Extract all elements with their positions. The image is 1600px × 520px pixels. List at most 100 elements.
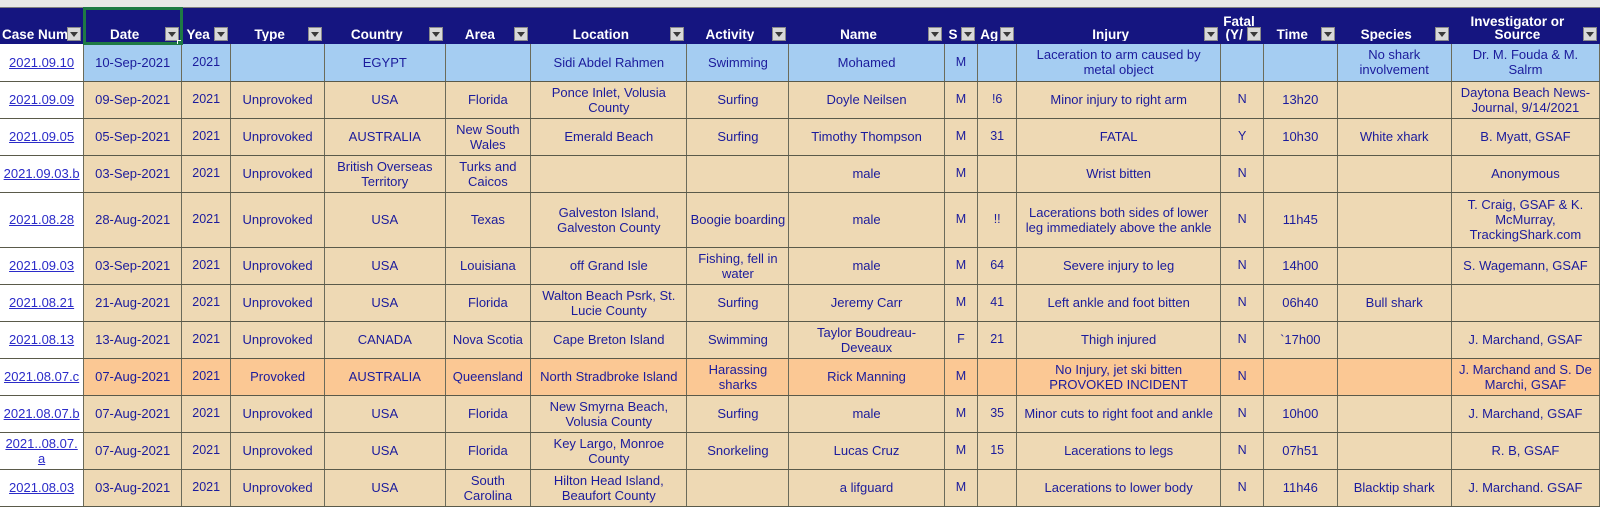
cell-investigator[interactable]	[1451, 284, 1600, 322]
cell-sex[interactable]: M	[944, 469, 979, 507]
cell-investigator[interactable]: J. Marchand. GSAF	[1451, 469, 1600, 507]
cell-location[interactable]: Hilton Head Island, Beaufort County	[530, 469, 688, 507]
cell-age[interactable]: 41	[977, 284, 1018, 322]
cell-area[interactable]: Queensland	[445, 358, 532, 396]
cell-injury[interactable]: Minor injury to right arm	[1016, 81, 1222, 119]
cell-activity[interactable]: Harassing sharks	[686, 358, 790, 396]
cell-area[interactable]: New South Wales	[445, 118, 532, 156]
filter-dropdown-icon[interactable]	[1204, 27, 1219, 41]
cell-case_number[interactable]: 2021.08.28	[0, 192, 85, 248]
cell-case_number[interactable]: 2021..08.07.a	[0, 432, 85, 470]
cell-time[interactable]	[1263, 358, 1338, 396]
cell-age[interactable]	[977, 469, 1018, 507]
column-header-injury[interactable]: Injury	[1016, 8, 1222, 44]
cell-investigator[interactable]: R. B, GSAF	[1451, 432, 1600, 470]
case-number-link[interactable]: 2021.08.21	[9, 295, 74, 310]
cell-fatal[interactable]: N	[1220, 192, 1265, 248]
cell-country[interactable]: USA	[324, 192, 446, 248]
cell-location[interactable]: North Stradbroke Island	[530, 358, 688, 396]
column-header-fatal[interactable]: Fatal (Y/	[1220, 8, 1265, 44]
cell-date[interactable]: 07-Aug-2021	[83, 358, 183, 396]
cell-injury[interactable]: Thigh injured	[1016, 321, 1222, 359]
cell-type[interactable]: Provoked	[230, 358, 326, 396]
cell-time[interactable]: 13h20	[1263, 81, 1338, 119]
cell-year[interactable]: 2021	[181, 321, 232, 359]
cell-age[interactable]	[977, 44, 1018, 82]
cell-location[interactable]: Emerald Beach	[530, 118, 688, 156]
cell-country[interactable]: USA	[324, 81, 446, 119]
cell-name[interactable]: Doyle Neilsen	[788, 81, 945, 119]
cell-sex[interactable]: M	[944, 247, 979, 285]
filter-dropdown-icon[interactable]	[927, 27, 942, 41]
case-number-link[interactable]: 2021..08.07.a	[5, 436, 77, 466]
cell-activity[interactable]	[686, 469, 790, 507]
cell-country[interactable]: AUSTRALIA	[324, 118, 446, 156]
cell-fatal[interactable]: N	[1220, 432, 1265, 470]
cell-fatal[interactable]: N	[1220, 81, 1265, 119]
case-number-link[interactable]: 2021.08.13	[9, 332, 74, 347]
cell-sex[interactable]: M	[944, 284, 979, 322]
cell-activity[interactable]: Swimming	[686, 321, 790, 359]
cell-injury[interactable]: Lacerations to lower body	[1016, 469, 1222, 507]
column-header-area[interactable]: Area	[445, 8, 532, 44]
cell-case_number[interactable]: 2021.08.07.b	[0, 395, 85, 433]
filter-dropdown-icon[interactable]	[214, 27, 229, 41]
case-number-link[interactable]: 2021.09.03	[9, 258, 74, 273]
cell-time[interactable]: 07h51	[1263, 432, 1338, 470]
cell-name[interactable]: Jeremy Carr	[788, 284, 945, 322]
cell-investigator[interactable]: J. Marchand and S. De Marchi, GSAF	[1451, 358, 1600, 396]
cell-investigator[interactable]: Dr. M. Fouda & M. Salrm	[1451, 44, 1600, 82]
column-header-country[interactable]: Country	[324, 8, 446, 44]
cell-sex[interactable]: F	[944, 321, 979, 359]
cell-country[interactable]: USA	[324, 469, 446, 507]
cell-date[interactable]: 07-Aug-2021	[83, 432, 183, 470]
cell-activity[interactable]: Surfing	[686, 81, 790, 119]
cell-time[interactable]: 14h00	[1263, 247, 1338, 285]
table-row[interactable]: 2021.08.07.c 07-Aug-2021 2021 Provoked AUSTR…	[0, 358, 1600, 396]
cell-injury[interactable]: Severe injury to leg	[1016, 247, 1222, 285]
cell-time[interactable]: 11h46	[1263, 469, 1338, 507]
table-row[interactable]: 2021.08.07.b 07-Aug-2021 2021 Unprovoked USA…	[0, 395, 1600, 433]
cell-case_number[interactable]: 2021.09.03	[0, 247, 85, 285]
cell-fatal[interactable]: N	[1220, 469, 1265, 507]
cell-name[interactable]: Lucas Cruz	[788, 432, 945, 470]
cell-investigator[interactable]: Daytona Beach News-Journal, 9/14/2021	[1451, 81, 1600, 119]
column-header-case_number[interactable]: Case Numb	[0, 8, 85, 44]
table-row[interactable]: 2021.09.10 10-Sep-2021 2021 EGYPT Sidi Abdel…	[0, 44, 1600, 82]
cell-age[interactable]	[977, 358, 1018, 396]
table-row[interactable]: 2021..08.07.a 07-Aug-2021 2021 Unprovoked US…	[0, 432, 1600, 470]
cell-name[interactable]: Taylor Boudreau-Deveaux	[788, 321, 945, 359]
cell-date[interactable]: 03-Sep-2021	[83, 155, 183, 193]
cell-time[interactable]: 11h45	[1263, 192, 1338, 248]
filter-dropdown-icon[interactable]	[514, 27, 529, 41]
cell-type[interactable]: Unprovoked	[230, 395, 326, 433]
cell-sex[interactable]: M	[944, 395, 979, 433]
cell-sex[interactable]: M	[944, 432, 979, 470]
column-header-type[interactable]: Type	[230, 8, 326, 44]
cell-name[interactable]: Timothy Thompson	[788, 118, 945, 156]
cell-species[interactable]	[1337, 247, 1452, 285]
cell-area[interactable]: Louisiana	[445, 247, 532, 285]
column-header-activity[interactable]: Activity	[686, 8, 790, 44]
cell-investigator[interactable]: T. Craig, GSAF & K. McMurray, TrackingSh…	[1451, 192, 1600, 248]
cell-area[interactable]: Florida	[445, 81, 532, 119]
filter-dropdown-icon[interactable]	[1434, 27, 1449, 41]
cell-case_number[interactable]: 2021.09.03.b	[0, 155, 85, 193]
cell-area[interactable]: Texas	[445, 192, 532, 248]
cell-date[interactable]: 28-Aug-2021	[83, 192, 183, 248]
cell-species[interactable]	[1337, 358, 1452, 396]
cell-area[interactable]: Florida	[445, 284, 532, 322]
cell-sex[interactable]: M	[944, 44, 979, 82]
cell-age[interactable]: !!	[977, 192, 1018, 248]
cell-investigator[interactable]: Anonymous	[1451, 155, 1600, 193]
cell-case_number[interactable]: 2021.09.05	[0, 118, 85, 156]
cell-type[interactable]: Unprovoked	[230, 469, 326, 507]
cell-activity[interactable]: Boogie boarding	[686, 192, 790, 248]
cell-species[interactable]	[1337, 155, 1452, 193]
cell-injury[interactable]: Laceration to arm caused by metal object	[1016, 44, 1222, 82]
cell-date[interactable]: 05-Sep-2021	[83, 118, 183, 156]
cell-injury[interactable]: No Injury, jet ski bitten PROVOKED INCID…	[1016, 358, 1222, 396]
filter-dropdown-icon[interactable]	[670, 27, 685, 41]
cell-area[interactable]: Nova Scotia	[445, 321, 532, 359]
cell-sex[interactable]: M	[944, 118, 979, 156]
